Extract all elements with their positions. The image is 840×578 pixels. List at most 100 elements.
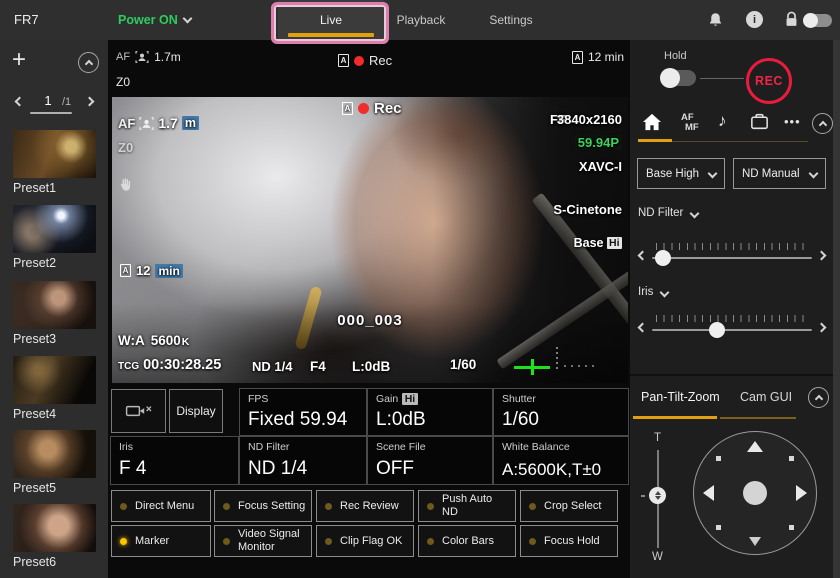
tab-playback[interactable]: Playback [371, 0, 471, 40]
collapse-ptz-icon[interactable] [808, 387, 829, 408]
bell-icon[interactable] [707, 11, 724, 29]
media-card-icon: A [572, 51, 583, 64]
tab-pan-tilt-zoom[interactable]: Pan-Tilt-Zoom [641, 390, 720, 404]
face-detect-icon [135, 51, 149, 63]
iris-slider-track[interactable] [652, 329, 812, 331]
home-tab-icon[interactable] [642, 113, 662, 131]
panel-shutter[interactable]: Shutter 1/60 [494, 389, 628, 435]
nd-mode-select[interactable]: ND Manual [733, 158, 826, 189]
osd-white-balance: W:A 5600K [118, 333, 189, 348]
chevron-up-icon [84, 60, 92, 68]
zoom-slider-knob[interactable] [649, 487, 666, 504]
assign-button-rec-review[interactable]: Rec Review [316, 490, 414, 522]
nd-slider-knob[interactable] [655, 250, 671, 266]
assign-button-video-signal-monitor[interactable]: Video Signal Monitor [214, 525, 312, 557]
display-button[interactable]: Display [169, 389, 223, 433]
assign-led-lit [120, 538, 127, 545]
section-divider [630, 374, 833, 376]
joystick-right-icon[interactable] [796, 485, 807, 501]
media-slot-letter: A [341, 56, 347, 65]
add-preset-button[interactable]: + [12, 50, 26, 70]
audio-tab-icon[interactable]: ♪ [718, 111, 727, 131]
stream-off-button[interactable] [111, 389, 166, 433]
assign-button-direct-menu[interactable]: Direct Menu [111, 490, 211, 522]
panel-nd-value: ND 1/4 [248, 458, 307, 480]
nd-slider-track[interactable] [652, 257, 812, 259]
assign-button-push-auto-nd[interactable]: Push Auto ND [418, 490, 516, 522]
osd-tc-value: 00:30:28.25 [143, 357, 221, 373]
hold-toggle[interactable] [662, 70, 696, 86]
panel-nd-filter[interactable]: ND Filter ND 1/4 [240, 437, 366, 484]
media-tab-icon[interactable] [750, 113, 769, 130]
osd-focus: AF 1.7 m [118, 115, 199, 131]
preset-thumbnail-2[interactable] [13, 205, 96, 253]
media-slot-letter: A [575, 53, 581, 62]
assign-led [427, 538, 434, 545]
panel-fps[interactable]: FPS Fixed 59.94 [240, 389, 366, 435]
collapse-right-panel-icon[interactable] [812, 113, 833, 134]
media-card-icon: A [120, 264, 131, 277]
osd-focus-mode: AF [118, 116, 135, 131]
tab-cam-gui[interactable]: Cam GUI [740, 390, 792, 404]
preset-thumbnail-3[interactable] [13, 281, 96, 329]
tab-live[interactable]: Live [278, 0, 384, 40]
rec-button[interactable]: REC [746, 58, 792, 104]
nd-slider-ticks [656, 243, 808, 250]
iris-slider-knob[interactable] [709, 322, 725, 338]
status-zoom-position: Z0 [116, 75, 130, 89]
assign-button-marker[interactable]: Marker [111, 525, 211, 557]
joystick-center-button[interactable] [743, 481, 767, 505]
panel-white-balance[interactable]: White Balance A:5600K,T±0 [494, 437, 628, 484]
collapse-presets-icon[interactable] [78, 52, 99, 73]
camgui-underline [720, 417, 796, 419]
preset-label-3: Preset3 [13, 332, 56, 346]
assign-button-color-bars[interactable]: Color Bars [418, 525, 516, 557]
preset-page-prev-icon[interactable] [15, 97, 25, 107]
assign-button-crop-select[interactable]: Crop Select [520, 490, 618, 522]
joystick-down-icon[interactable] [749, 537, 761, 546]
joystick-left-icon[interactable] [703, 485, 714, 501]
joystick-up-icon[interactable] [747, 441, 763, 452]
panel-fps-label: FPS [248, 393, 268, 405]
tab-settings[interactable]: Settings [461, 0, 561, 40]
panel-gain[interactable]: GainHi L:0dB [368, 389, 492, 435]
base-sensitivity-select[interactable]: Base High [637, 158, 725, 189]
viewfinder[interactable]: A Rec AF 1.7 m Z0 FF 3840x2160 59.94P XA… [112, 97, 628, 383]
preset-label-2: Preset2 [13, 256, 56, 270]
info-glyph: i [753, 14, 756, 26]
preset-thumbnail-4[interactable] [13, 356, 96, 404]
preset-thumbnail-5[interactable] [13, 430, 96, 478]
rec-dot-icon [354, 56, 364, 66]
assign-button-focus-hold[interactable]: Focus Hold [520, 525, 618, 557]
lock-icon [784, 11, 799, 28]
preset-thumbnail-6[interactable] [13, 504, 96, 552]
status-remaining-time: 12 min [588, 50, 624, 64]
iris-section[interactable]: Iris [638, 286, 668, 298]
chevron-up-icon [818, 121, 826, 129]
status-focus-mode: AF [116, 51, 130, 63]
info-icon[interactable]: i [746, 11, 763, 28]
status-focus-distance: 1.7m [154, 50, 181, 64]
preset-page-number[interactable]: 1 [36, 93, 60, 108]
assign-button-focus-setting[interactable]: Focus Setting [214, 490, 312, 522]
focus-tab-icon[interactable]: AF MF [681, 113, 699, 132]
panel-iris[interactable]: Iris F 4 [111, 437, 238, 484]
preset-thumbnail-1[interactable] [13, 130, 96, 178]
assign-button-clip-flag-ok[interactable]: Clip Flag OK [316, 525, 414, 557]
scrollbar-track[interactable] [833, 40, 840, 578]
panel-scene-value: OFF [376, 458, 414, 480]
power-status[interactable]: Power ON [118, 13, 178, 27]
preset-page-next-icon[interactable] [85, 97, 95, 107]
panel-fps-value: Fixed 59.94 [248, 409, 347, 431]
preset-label-6: Preset6 [13, 555, 56, 569]
media-slot-letter: A [345, 104, 351, 113]
osd-base-sensitivity: Base Hi [574, 236, 622, 250]
lock-toggle[interactable] [804, 14, 832, 27]
nd-filter-section[interactable]: ND Filter [638, 207, 698, 219]
icon-tabs-active-underline [638, 139, 672, 142]
osd-zoom-position: Z0 [118, 140, 133, 155]
power-chevron-down-icon[interactable] [183, 14, 193, 24]
more-tab-icon[interactable]: ••• [784, 114, 801, 129]
panel-scene-file[interactable]: Scene File OFF [368, 437, 492, 484]
chevron-up-icon [814, 395, 822, 403]
